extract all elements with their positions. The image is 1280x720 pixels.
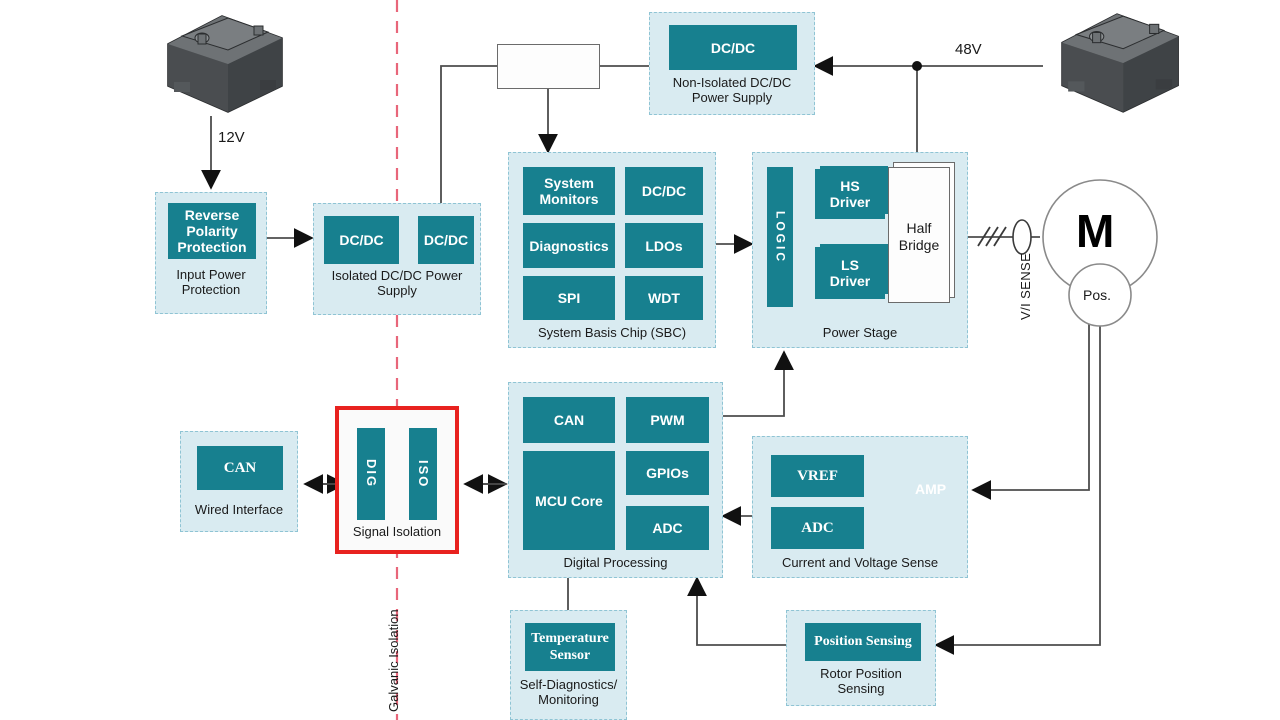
group-label-input-power-protection: Input Power Protection — [156, 267, 266, 297]
group-wired-interface[interactable]: CAN Wired Interface — [180, 431, 298, 532]
label-line: Protection — [181, 282, 241, 297]
group-label-digital-processing: Digital Processing — [563, 555, 668, 570]
amp-label: AMP — [915, 481, 947, 497]
block-can-transceiver[interactable]: CAN — [197, 446, 283, 490]
three-phase-slashes-icon — [977, 226, 1007, 247]
block-gpios[interactable]: GPIOs — [626, 451, 709, 495]
tvs-protection-box[interactable] — [497, 44, 600, 89]
group-label-isolated-dcdc: Isolated DC/DC Power Supply — [314, 268, 480, 298]
diagram-canvas: 12V 48V Reverse Polarity Protection Inpu… — [0, 0, 1280, 720]
battery-48v-icon — [1061, 13, 1179, 113]
block-line: LS — [841, 257, 859, 273]
group-label-wired-interface: Wired Interface — [194, 502, 284, 517]
block-iso-pillar[interactable]: ISO — [409, 428, 437, 520]
group-label-signal-isolation: Signal Isolation — [352, 524, 442, 539]
block-sbc-dcdc[interactable]: DC/DC — [625, 167, 703, 215]
block-line: HS — [840, 178, 860, 194]
block-half-bridge[interactable]: Half Bridge — [888, 167, 950, 303]
block-line: Reverse — [184, 207, 240, 223]
label-line: Input Power — [176, 267, 246, 282]
block-position-sensing[interactable]: Position Sensing — [805, 623, 921, 661]
block-adc-mcu[interactable]: ADC — [626, 506, 709, 550]
block-dcdc-secondary[interactable]: DC/DC — [418, 216, 474, 264]
block-wdt[interactable]: WDT — [625, 276, 703, 320]
block-line: Sensor — [549, 648, 591, 663]
block-logic[interactable]: LOGIC — [767, 167, 793, 307]
block-line: Driver — [829, 194, 871, 210]
motor-label: M — [1076, 205, 1115, 257]
junction-dot — [912, 61, 922, 71]
block-line: Temperature — [531, 631, 609, 646]
label-line: Non-Isolated DC/DC — [672, 75, 792, 90]
label-line: Half — [906, 220, 932, 236]
block-ls-driver[interactable]: LS Driver — [815, 247, 885, 299]
group-digital-processing[interactable]: CAN PWM MCU Core GPIOs ADC Digital Proce… — [508, 382, 723, 578]
battery-12v-icon — [167, 15, 283, 113]
group-label-non-isolated-dcdc: Non-Isolated DC/DC Power Supply — [650, 75, 814, 105]
logic-vertical-label: LOGIC — [773, 210, 788, 264]
group-signal-isolation[interactable]: DIG ISO Signal Isolation — [335, 406, 459, 554]
voltage-label-48v: 48V — [955, 41, 982, 58]
block-can-mcu[interactable]: CAN — [523, 397, 615, 443]
block-temperature-sensor[interactable]: Temperature Sensor — [525, 623, 615, 671]
label-line: Power Supply — [691, 90, 773, 105]
vi-sense-label: V/I SENSE — [1018, 252, 1033, 320]
block-spi[interactable]: SPI — [523, 276, 615, 320]
block-line: Protection — [177, 239, 247, 255]
block-diagnostics[interactable]: Diagnostics — [523, 223, 615, 268]
block-vref[interactable]: VREF — [771, 455, 864, 497]
group-label-current-voltage-sense: Current and Voltage Sense — [781, 555, 939, 570]
label-line: Monitoring — [538, 692, 599, 707]
block-dcdc-primary[interactable]: DC/DC — [324, 216, 399, 264]
block-ldos[interactable]: LDOs — [625, 223, 703, 268]
voltage-label-12v: 12V — [218, 129, 245, 146]
iso-vertical-label: ISO — [416, 459, 431, 489]
block-reverse-polarity-protection[interactable]: Reverse Polarity Protection — [168, 203, 256, 259]
block-line: Driver — [829, 273, 871, 289]
group-system-basis-chip[interactable]: System Monitors DC/DC Diagnostics LDOs S… — [508, 152, 716, 348]
block-system-monitors[interactable]: System Monitors — [523, 167, 615, 215]
current-sense-coil-icon — [1012, 219, 1032, 255]
dig-vertical-label: DIG — [364, 459, 379, 489]
label-line: Rotor Position — [820, 666, 902, 681]
group-non-isolated-dcdc-power-supply[interactable]: DC/DC Non-Isolated DC/DC Power Supply — [649, 12, 815, 115]
label-line: Supply — [377, 283, 417, 298]
label-line: Sensing — [837, 681, 885, 696]
group-label-rotor-position-sensing: Rotor Position Sensing — [787, 666, 935, 696]
label-line: Bridge — [898, 237, 940, 253]
group-self-diagnostics[interactable]: Temperature Sensor Self-Diagnostics/ Mon… — [510, 610, 627, 720]
galvanic-isolation-label: Galvanic Isolation — [386, 609, 401, 712]
block-dcdc-non-isolated[interactable]: DC/DC — [669, 25, 797, 70]
block-dig-pillar[interactable]: DIG — [357, 428, 385, 520]
group-rotor-position-sensing[interactable]: Position Sensing Rotor Position Sensing — [786, 610, 936, 706]
group-label-system-basis-chip: System Basis Chip (SBC) — [537, 325, 687, 340]
block-line: System — [544, 175, 594, 191]
position-sensor-label: Pos. — [1083, 287, 1112, 303]
group-isolated-dcdc-power-supply[interactable]: DC/DC DC/DC Isolated DC/DC Power Supply — [313, 203, 481, 315]
group-label-self-diagnostics: Self-Diagnostics/ Monitoring — [511, 677, 626, 707]
block-hs-driver[interactable]: HS Driver — [815, 169, 885, 219]
block-adc-sense[interactable]: ADC — [771, 507, 864, 549]
label-line: Isolated DC/DC Power — [331, 268, 463, 283]
block-pwm[interactable]: PWM — [626, 397, 709, 443]
group-current-voltage-sense[interactable]: VREF ADC AMP Current and Voltage Sense — [752, 436, 968, 578]
label-line: Self-Diagnostics/ — [519, 677, 618, 692]
block-mcu-core[interactable]: MCU Core — [523, 451, 615, 550]
group-input-power-protection[interactable]: Reverse Polarity Protection Input Power … — [155, 192, 267, 314]
group-label-power-stage: Power Stage — [822, 325, 898, 340]
group-power-stage[interactable]: LOGIC HS Driver LS Driver Half Bridge Po… — [752, 152, 968, 348]
block-line: Monitors — [539, 191, 599, 207]
block-line: Polarity — [186, 223, 238, 239]
